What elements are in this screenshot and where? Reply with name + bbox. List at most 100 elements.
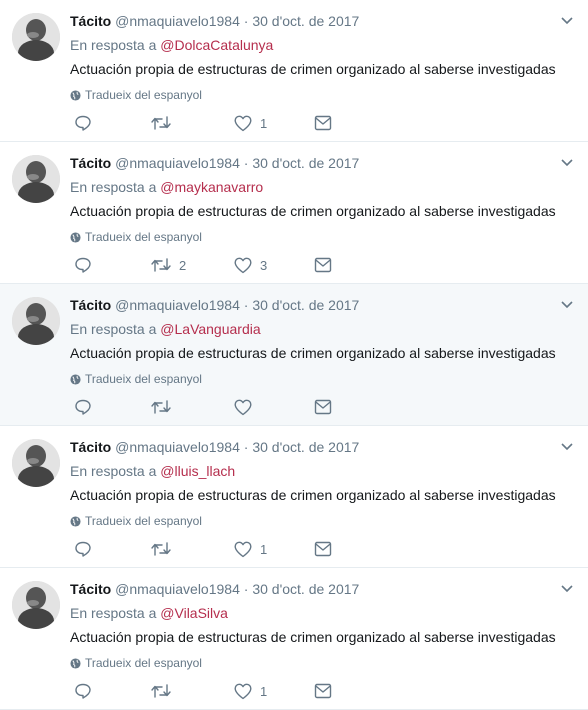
- like-button[interactable]: 1: [234, 538, 267, 560]
- direct-message-button[interactable]: [314, 112, 332, 134]
- reply-prefix: En resposta a: [70, 37, 157, 53]
- chevron-down-icon[interactable]: [560, 14, 574, 28]
- retweet-icon: [151, 400, 171, 414]
- separator-dot: ·: [243, 581, 249, 597]
- reply-context: En resposta a @VilaSilva: [70, 605, 228, 621]
- heart-icon: [234, 541, 252, 557]
- timestamp[interactable]: 30 d'oct. de 2017: [252, 13, 359, 29]
- like-count: 1: [260, 683, 268, 699]
- translate-label[interactable]: Tradueix del espanyol: [85, 656, 202, 670]
- reply-mention-link[interactable]: @DolcaCatalunya: [160, 37, 273, 53]
- chevron-down-icon[interactable]: [560, 156, 574, 170]
- retweet-button[interactable]: [151, 538, 179, 560]
- globe-icon: [70, 515, 81, 527]
- avatar[interactable]: [12, 155, 60, 203]
- retweet-button[interactable]: [151, 680, 179, 702]
- like-button[interactable]: 1: [234, 112, 267, 134]
- timestamp[interactable]: 30 d'oct. de 2017: [252, 297, 359, 313]
- heart-icon: [234, 115, 252, 131]
- author-handle[interactable]: @nmaquiavelo1984: [115, 155, 240, 171]
- retweet-button[interactable]: [151, 396, 179, 418]
- reply-button[interactable]: [74, 538, 92, 560]
- timestamp[interactable]: 30 d'oct. de 2017: [252, 439, 359, 455]
- reply-button[interactable]: [74, 396, 92, 418]
- like-button[interactable]: 3: [234, 254, 267, 276]
- tweet-item[interactable]: Tácito @nmaquiavelo1984 · 30 d'oct. de 2…: [0, 284, 588, 426]
- like-button[interactable]: [234, 396, 260, 418]
- reply-button[interactable]: [74, 680, 92, 702]
- tweet-actions: 1: [70, 112, 370, 134]
- author-name[interactable]: Tácito: [70, 439, 111, 455]
- timestamp[interactable]: 30 d'oct. de 2017: [252, 581, 359, 597]
- translate-link[interactable]: Tradueix del espanyol: [70, 514, 202, 528]
- author-name[interactable]: Tácito: [70, 297, 111, 313]
- translate-label[interactable]: Tradueix del espanyol: [85, 372, 202, 386]
- timestamp[interactable]: 30 d'oct. de 2017: [252, 155, 359, 171]
- tweet-item[interactable]: Tácito @nmaquiavelo1984 · 30 d'oct. de 2…: [0, 0, 588, 142]
- translate-link[interactable]: Tradueix del espanyol: [70, 372, 202, 386]
- author-handle[interactable]: @nmaquiavelo1984: [115, 439, 240, 455]
- tweet-item[interactable]: Tácito @nmaquiavelo1984 · 30 d'oct. de 2…: [0, 426, 588, 568]
- direct-message-button[interactable]: [314, 396, 332, 418]
- translate-link[interactable]: Tradueix del espanyol: [70, 656, 202, 670]
- chevron-down-icon[interactable]: [560, 440, 574, 454]
- reply-mention-link[interactable]: @LaVanguardia: [160, 321, 260, 337]
- author-handle[interactable]: @nmaquiavelo1984: [115, 581, 240, 597]
- tweet-feed: Tácito @nmaquiavelo1984 · 30 d'oct. de 2…: [0, 0, 588, 710]
- globe-icon: [70, 373, 81, 385]
- reply-icon: [75, 115, 91, 131]
- reply-icon: [75, 683, 91, 699]
- reply-mention-link[interactable]: @VilaSilva: [160, 605, 228, 621]
- separator-dot: ·: [243, 13, 249, 29]
- tweet-item[interactable]: Tácito @nmaquiavelo1984 · 30 d'oct. de 2…: [0, 568, 588, 710]
- reply-prefix: En resposta a: [70, 463, 157, 479]
- retweet-icon: [151, 684, 171, 698]
- translate-label[interactable]: Tradueix del espanyol: [85, 230, 202, 244]
- separator-dot: ·: [243, 155, 249, 171]
- translate-label[interactable]: Tradueix del espanyol: [85, 514, 202, 528]
- like-button[interactable]: 1: [234, 680, 267, 702]
- avatar[interactable]: [12, 581, 60, 629]
- author-name[interactable]: Tácito: [70, 155, 111, 171]
- tweet-text: Actuación propia de estructuras de crime…: [70, 345, 556, 361]
- avatar[interactable]: [12, 297, 60, 345]
- direct-message-button[interactable]: [314, 680, 332, 702]
- tweet-item[interactable]: Tácito @nmaquiavelo1984 · 30 d'oct. de 2…: [0, 142, 588, 284]
- reply-button[interactable]: [74, 254, 92, 276]
- author-handle[interactable]: @nmaquiavelo1984: [115, 297, 240, 313]
- envelope-icon: [314, 399, 332, 415]
- reply-mention-link[interactable]: @maykanavarro: [160, 179, 263, 195]
- author-name[interactable]: Tácito: [70, 13, 111, 29]
- tweet-actions: 1: [70, 680, 370, 702]
- author-handle[interactable]: @nmaquiavelo1984: [115, 13, 240, 29]
- chevron-down-icon[interactable]: [560, 582, 574, 596]
- reply-mention-link[interactable]: @lluis_llach: [160, 463, 235, 479]
- retweet-button[interactable]: 2: [151, 254, 186, 276]
- translate-link[interactable]: Tradueix del espanyol: [70, 88, 202, 102]
- author-name[interactable]: Tácito: [70, 581, 111, 597]
- direct-message-button[interactable]: [314, 254, 332, 276]
- retweet-icon: [151, 116, 171, 130]
- reply-prefix: En resposta a: [70, 605, 157, 621]
- translate-link[interactable]: Tradueix del espanyol: [70, 230, 202, 244]
- retweet-icon: [151, 258, 171, 272]
- avatar[interactable]: [12, 13, 60, 61]
- heart-icon: [234, 399, 252, 415]
- reply-context: En resposta a @lluis_llach: [70, 463, 235, 479]
- avatar[interactable]: [12, 439, 60, 487]
- heart-icon: [234, 683, 252, 699]
- translate-label[interactable]: Tradueix del espanyol: [85, 88, 202, 102]
- envelope-icon: [314, 683, 332, 699]
- reply-prefix: En resposta a: [70, 321, 157, 337]
- like-count: 1: [260, 541, 268, 557]
- retweet-button[interactable]: [151, 112, 179, 134]
- tweet-actions: 1: [70, 538, 370, 560]
- reply-context: En resposta a @maykanavarro: [70, 179, 263, 195]
- chevron-down-icon[interactable]: [560, 298, 574, 312]
- reply-button[interactable]: [74, 112, 92, 134]
- globe-icon: [70, 231, 81, 243]
- tweet-actions: [70, 396, 370, 418]
- separator-dot: ·: [243, 297, 249, 313]
- direct-message-button[interactable]: [314, 538, 332, 560]
- reply-context: En resposta a @DolcaCatalunya: [70, 37, 273, 53]
